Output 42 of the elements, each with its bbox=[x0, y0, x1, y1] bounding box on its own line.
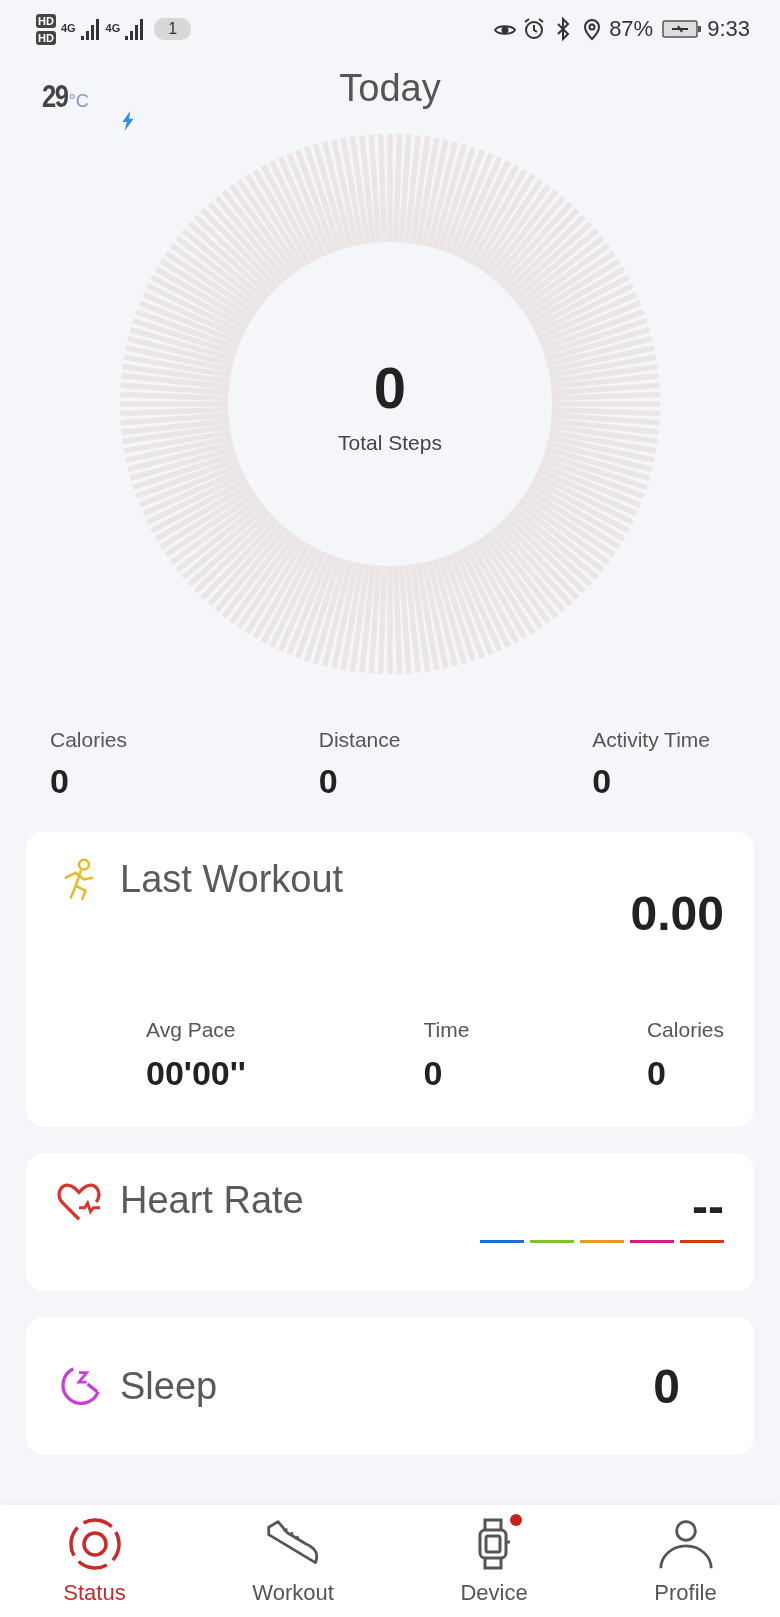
metric-label: Time bbox=[423, 1018, 470, 1042]
nav-tab[interactable]: Profile bbox=[644, 1516, 727, 1606]
heart-rate-value: -- bbox=[692, 1179, 724, 1234]
metric-label: Avg Pace bbox=[146, 1018, 237, 1042]
battery-icon bbox=[662, 19, 703, 39]
temperature: 29 bbox=[42, 78, 68, 115]
stat-value: 0 bbox=[592, 762, 613, 801]
metric-value: 0 bbox=[423, 1054, 444, 1093]
signal-icon bbox=[80, 18, 101, 40]
nav-tab[interactable]: Workout bbox=[242, 1516, 344, 1606]
metric-value: 0 bbox=[646, 1054, 667, 1093]
sim-label: HD bbox=[36, 30, 56, 45]
network-label: 4G bbox=[105, 21, 121, 34]
card-title: Sleep bbox=[120, 1364, 219, 1408]
card-title: Heart Rate bbox=[120, 1179, 305, 1222]
stat-label: Distance bbox=[318, 728, 401, 752]
heart-rate-card[interactable]: Heart Rate -- bbox=[26, 1153, 754, 1291]
nav-tab[interactable]: Device bbox=[450, 1516, 538, 1606]
temperature-unit: °C bbox=[68, 91, 89, 112]
workout-distance: 0.00 bbox=[630, 886, 724, 941]
stat-label: Activity Time bbox=[592, 728, 710, 752]
sleep-card[interactable]: Sleep 0 bbox=[26, 1317, 754, 1455]
page-title: Today bbox=[339, 66, 441, 110]
clock-time: 9:33 bbox=[707, 16, 750, 42]
metric-label: Calories bbox=[646, 1018, 724, 1042]
card-title: Last Workout bbox=[120, 858, 345, 901]
network-label: 4G bbox=[60, 21, 76, 34]
step-count: 0 bbox=[373, 353, 407, 421]
signal-icon bbox=[125, 18, 146, 40]
step-label: Total Steps bbox=[338, 430, 442, 455]
sim-label: HD bbox=[36, 13, 56, 28]
lightning-icon bbox=[120, 111, 135, 131]
battery-percent: 87% bbox=[609, 16, 654, 42]
target-icon bbox=[66, 1516, 123, 1572]
nav-tab[interactable]: Status bbox=[53, 1516, 136, 1606]
stat-value: 0 bbox=[318, 762, 339, 801]
notification-count: 1 bbox=[154, 18, 192, 40]
stat-label: Calories bbox=[50, 728, 128, 752]
sleep-value: 0 bbox=[653, 1358, 680, 1414]
workout-card[interactable]: Last Workout 0.00 Avg Pace 00'00'' Time 0 Calories 0 bbox=[26, 832, 754, 1127]
metric-value: 00'00'' bbox=[146, 1054, 246, 1093]
stat-value: 0 bbox=[50, 762, 70, 801]
